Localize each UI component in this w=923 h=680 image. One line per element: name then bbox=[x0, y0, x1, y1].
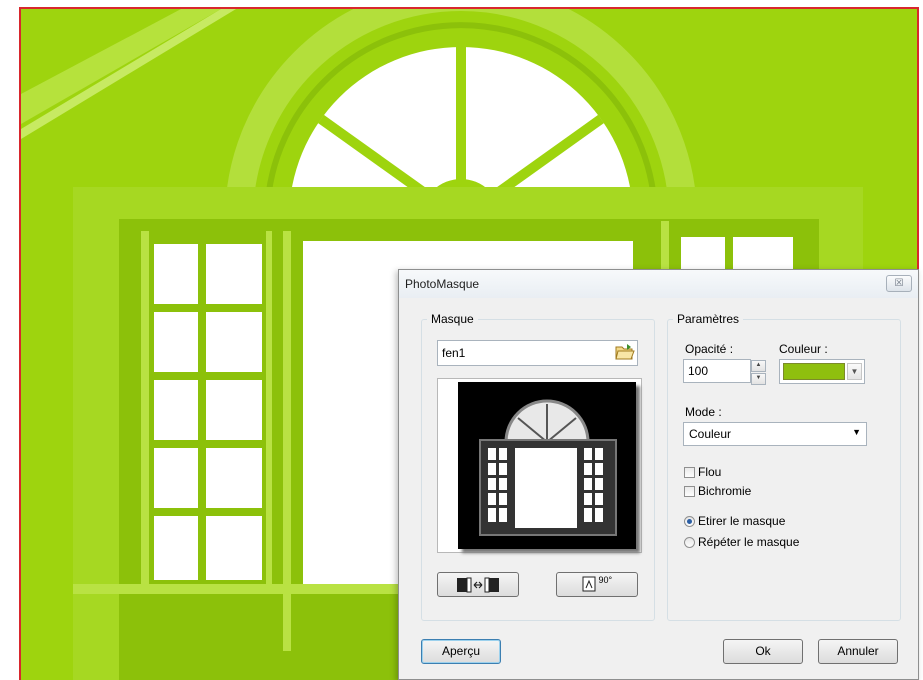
opacity-field[interactable] bbox=[683, 359, 751, 383]
mask-preview bbox=[437, 378, 642, 553]
color-label: Couleur : bbox=[779, 342, 828, 356]
ok-button[interactable]: Ok bbox=[723, 639, 803, 664]
rotate-90-label: 90° bbox=[598, 575, 613, 585]
chevron-down-icon: ▼ bbox=[852, 427, 861, 437]
repeat-radio-row[interactable]: Répéter le masque bbox=[684, 535, 799, 549]
bichromie-checkbox[interactable] bbox=[684, 486, 695, 497]
dialog-titlebar[interactable]: PhotoMasque ☒ bbox=[399, 270, 918, 298]
opacity-label: Opacité : bbox=[685, 342, 734, 356]
opacity-stepper[interactable]: ▲ ▼ bbox=[751, 360, 766, 385]
mode-select-value: Couleur bbox=[689, 427, 732, 441]
blur-label: Flou bbox=[698, 465, 722, 479]
params-group-label: Paramètres bbox=[673, 312, 744, 326]
mask-group-label: Masque bbox=[427, 312, 478, 326]
folder-open-icon[interactable] bbox=[615, 343, 635, 361]
mask-thumbnail bbox=[458, 382, 636, 549]
dialog-title: PhotoMasque bbox=[405, 277, 480, 291]
preview-button[interactable]: Aperçu bbox=[421, 639, 501, 664]
mask-name-field[interactable] bbox=[437, 340, 638, 366]
repeat-label: Répéter le masque bbox=[698, 535, 800, 549]
opacity-up-icon[interactable]: ▲ bbox=[751, 360, 766, 372]
photomasque-dialog: PhotoMasque ☒ Masque fen1 90° Paramètres… bbox=[398, 269, 919, 680]
mode-label: Mode : bbox=[685, 405, 722, 419]
repeat-radio[interactable] bbox=[684, 537, 695, 548]
bichromie-checkbox-row[interactable]: Bichromie bbox=[684, 484, 751, 498]
color-picker[interactable]: ▼ bbox=[779, 359, 865, 384]
flip-mask-button[interactable] bbox=[437, 572, 519, 597]
cancel-button-label: Annuler bbox=[837, 644, 879, 658]
close-button[interactable]: ☒ bbox=[886, 275, 912, 292]
rotate-90-icon: 90° bbox=[582, 576, 612, 592]
close-icon: ☒ bbox=[894, 278, 904, 289]
stretch-label: Etirer le masque bbox=[698, 514, 786, 528]
blur-checkbox[interactable] bbox=[684, 467, 695, 478]
preview-button-label: Aperçu bbox=[441, 644, 481, 658]
stretch-radio-row[interactable]: Etirer le masque bbox=[684, 514, 785, 528]
rotate-mask-button[interactable]: 90° bbox=[556, 572, 638, 597]
ok-button-label: Ok bbox=[755, 644, 771, 658]
opacity-down-icon[interactable]: ▼ bbox=[751, 373, 766, 385]
cancel-button[interactable]: Annuler bbox=[818, 639, 898, 664]
bichromie-label: Bichromie bbox=[698, 484, 752, 498]
mode-select[interactable]: Couleur ▼ bbox=[683, 422, 867, 446]
flip-horizontal-icon bbox=[457, 577, 499, 593]
color-swatch bbox=[783, 363, 845, 380]
stretch-radio[interactable] bbox=[684, 516, 695, 527]
chevron-down-icon[interactable]: ▼ bbox=[847, 363, 862, 380]
blur-checkbox-row[interactable]: Flou bbox=[684, 465, 721, 479]
